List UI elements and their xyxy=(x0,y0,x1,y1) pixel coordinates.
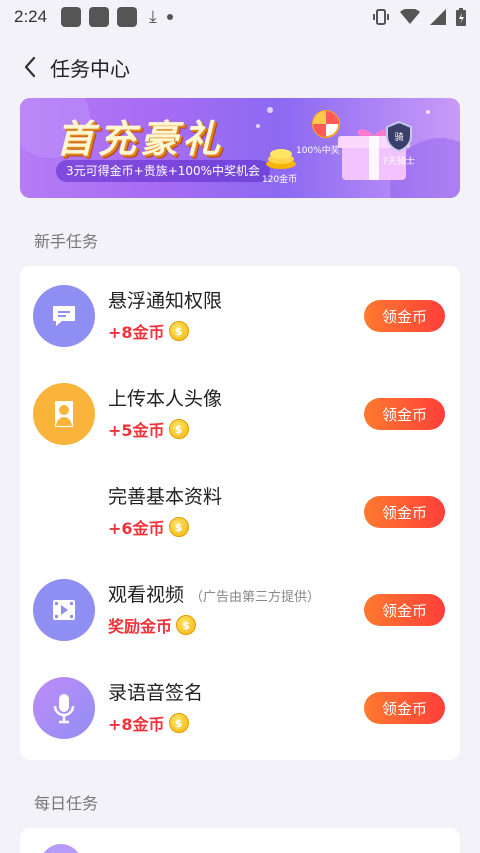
daily-task-icon xyxy=(40,844,82,853)
task-row-voice: 录语音签名 +8金币 $ 领金币 xyxy=(20,658,460,756)
task-reward: 奖励金币 $ xyxy=(108,613,197,637)
claim-coins-button[interactable]: 领金币 xyxy=(364,692,445,724)
banner-subtitle: 3元可得金币+贵族+100%中奖机会 xyxy=(56,160,271,182)
task-reward: +8金币 $ xyxy=(108,711,189,735)
wifi-icon xyxy=(400,9,420,24)
download-icon: ⤓ xyxy=(149,7,157,27)
page-header: 任务中心 xyxy=(0,44,480,90)
profile-icon xyxy=(33,481,95,543)
claim-coins-button[interactable]: 领金币 xyxy=(364,300,445,332)
task-note: （广告由第三方提供） xyxy=(190,590,321,605)
task-title: 观看视频 （广告由第三方提供） xyxy=(108,584,321,606)
task-title: 完善基本资料 xyxy=(108,486,223,508)
knight-shield-icon: 骑 xyxy=(386,120,412,152)
coin-pile-icon xyxy=(266,149,296,169)
page-title: 任务中心 xyxy=(50,56,130,81)
claim-coins-button[interactable]: 领金币 xyxy=(364,496,445,528)
coin-icon: $ xyxy=(176,615,197,635)
banner-lottery-label: 100%中奖 xyxy=(296,146,340,156)
task-row-video: 观看视频 （广告由第三方提供） 奖励金币 $ 领金币 xyxy=(20,560,460,658)
task-reward: +5金币 $ xyxy=(108,417,189,441)
section-title-daily: 每日任务 xyxy=(34,794,99,813)
svg-text:骑: 骑 xyxy=(394,131,403,143)
more-notifications-icon xyxy=(166,14,173,20)
user-icon xyxy=(33,383,95,445)
notification-icon xyxy=(117,7,138,27)
task-reward: +8金币 $ xyxy=(108,319,189,343)
signal-icon xyxy=(430,9,446,25)
lottery-wheel-icon xyxy=(312,110,340,138)
notification-icon xyxy=(61,7,82,27)
microphone-icon xyxy=(33,677,95,739)
coin-icon: $ xyxy=(168,419,189,439)
task-row-profile: 完善基本资料 +6金币 $ 领金币 xyxy=(20,462,460,560)
coin-icon: $ xyxy=(168,713,189,733)
status-time: 2:24 xyxy=(14,7,48,26)
message-icon xyxy=(33,285,95,347)
banner-title: 首充豪礼 xyxy=(56,117,225,161)
banner-coins-label: 120金币 xyxy=(262,175,298,185)
task-reward: +6金币 $ xyxy=(108,515,189,539)
back-button[interactable] xyxy=(10,44,50,90)
battery-icon xyxy=(456,8,466,26)
status-bar: 2:24 ⤓ xyxy=(0,0,480,34)
claim-coins-button[interactable]: 领金币 xyxy=(364,398,445,430)
task-title: 上传本人头像 xyxy=(108,388,223,410)
task-title: 录语音签名 xyxy=(108,682,204,704)
video-icon xyxy=(33,579,95,641)
notification-icon xyxy=(89,7,110,27)
coin-icon: $ xyxy=(168,321,189,341)
newbie-task-card: 悬浮通知权限 +8金币 $ 领金币 上传本人头像 +5金币 $ 领金币 完善基本资料… xyxy=(20,266,460,760)
banner-knight-label: 7天骑士 xyxy=(382,157,415,167)
vibrate-icon xyxy=(373,9,389,25)
task-title: 悬浮通知权限 xyxy=(108,290,223,312)
first-recharge-banner[interactable]: 首充豪礼 3元可得金币+贵族+100%中奖机会 100%中奖 骑 7天骑士 12… xyxy=(20,98,460,198)
section-title-newbie: 新手任务 xyxy=(34,232,99,251)
task-row-notification: 悬浮通知权限 +8金币 $ 领金币 xyxy=(20,266,460,364)
back-arrow-icon xyxy=(24,56,36,78)
task-row-avatar: 上传本人头像 +5金币 $ 领金币 xyxy=(20,364,460,462)
coin-icon: $ xyxy=(168,517,189,537)
claim-coins-button[interactable]: 领金币 xyxy=(364,594,445,626)
daily-task-card xyxy=(20,828,460,853)
